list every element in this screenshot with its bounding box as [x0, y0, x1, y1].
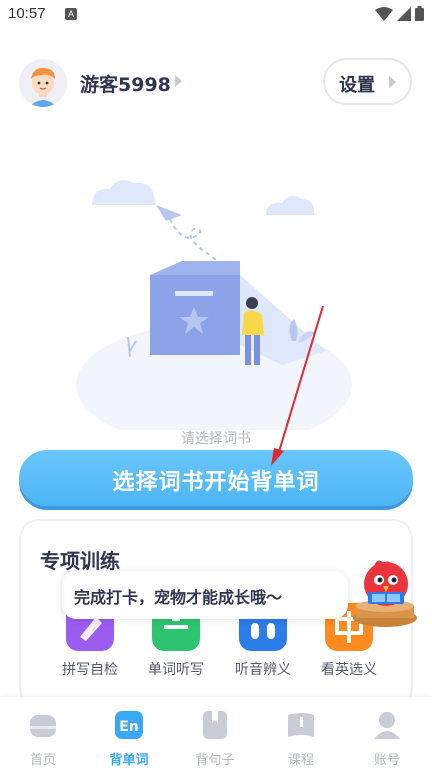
wifi-icon: [375, 6, 393, 21]
nav-courses[interactable]: 课程: [258, 705, 344, 768]
svg-text:En: En: [119, 719, 139, 735]
username[interactable]: 游客5998: [80, 70, 171, 97]
en-icon: En: [115, 711, 143, 739]
avatar[interactable]: [19, 59, 67, 107]
nav-label: 账号: [373, 753, 400, 768]
empty-books-illustration: [76, 180, 352, 430]
avatar-face-icon: [19, 59, 67, 107]
status-bar: 10:57 A: [0, 0, 432, 30]
nav-label: 背句子: [195, 753, 235, 768]
checkin-tooltip: 完成打卡，宠物才能成长哦～: [62, 571, 348, 619]
nav-words[interactable]: En 背单词: [86, 705, 172, 768]
home-icon: [30, 715, 56, 737]
chevron-right-icon: [389, 76, 396, 88]
nav-account[interactable]: 账号: [344, 705, 430, 768]
course-icon: [288, 713, 314, 737]
card-title: 专项训练: [40, 549, 120, 573]
chevron-right-icon[interactable]: [174, 74, 183, 88]
bottom-navigation: 首页 En 背单词 背句子 课程 账号: [0, 697, 432, 769]
nav-label: 背单词: [109, 753, 149, 768]
training-label: 拼写自检: [62, 662, 118, 678]
account-icon: [374, 712, 400, 739]
signal-icon: [397, 6, 411, 21]
settings-label: 设置: [339, 75, 375, 96]
select-wordbook-label: 选择词书开始背单词: [112, 470, 320, 495]
select-wordbook-button[interactable]: 选择词书开始背单词: [19, 450, 413, 506]
notification-icon: A: [65, 8, 77, 20]
training-label: 单词听写: [148, 662, 204, 678]
empty-state-hint: 请选择词书: [181, 431, 251, 447]
nav-label: 课程: [287, 753, 314, 768]
battery-icon: [415, 6, 424, 21]
status-time: 10:57: [8, 5, 46, 22]
bookmark-book-icon: [203, 711, 227, 739]
nav-sentences[interactable]: 背句子: [172, 705, 258, 768]
training-label: 听音辨义: [235, 662, 291, 678]
settings-button[interactable]: 设置: [323, 58, 412, 105]
training-label: 看英选义: [321, 662, 377, 678]
nav-home[interactable]: 首页: [0, 705, 86, 768]
nav-label: 首页: [29, 753, 56, 768]
pet-bird-icon[interactable]: [348, 556, 422, 630]
checkin-tooltip-text: 完成打卡，宠物才能成长哦～: [74, 588, 283, 607]
